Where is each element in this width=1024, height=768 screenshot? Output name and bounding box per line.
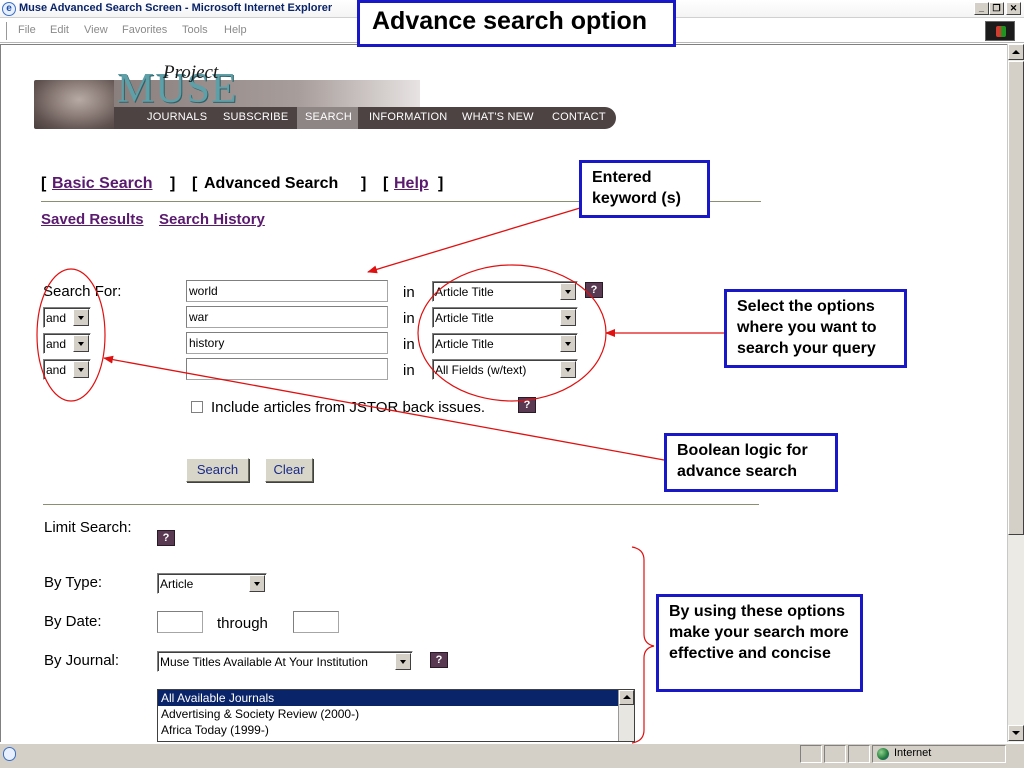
tab-basic-search[interactable]: Basic Search bbox=[52, 175, 153, 193]
date-to-input[interactable] bbox=[293, 611, 339, 633]
boolean-operator-select-3[interactable]: and bbox=[43, 333, 91, 354]
close-button[interactable]: ✕ bbox=[1006, 2, 1021, 15]
restore-button[interactable]: ❐ bbox=[989, 2, 1004, 15]
menu-grip[interactable] bbox=[4, 22, 7, 40]
boolean-operator-select-2[interactable]: and bbox=[43, 307, 91, 328]
type-select[interactable]: Article bbox=[157, 573, 267, 594]
help-icon[interactable]: ? bbox=[157, 530, 175, 546]
in-label: in bbox=[403, 310, 415, 327]
minimize-button[interactable]: _ bbox=[974, 2, 989, 15]
status-zone-cell bbox=[872, 745, 1006, 763]
chevron-down-icon[interactable] bbox=[560, 283, 576, 300]
scroll-down-icon[interactable] bbox=[1008, 725, 1024, 741]
chevron-down-icon[interactable] bbox=[560, 361, 576, 378]
nav-whats-new[interactable]: WHAT'S NEW bbox=[462, 111, 534, 123]
ie-page-icon: e bbox=[2, 2, 16, 16]
bracket: [ bbox=[41, 175, 47, 192]
bracket: ] bbox=[438, 175, 444, 192]
status-cell bbox=[800, 745, 822, 763]
annotation-keywords: Entered keyword (s) bbox=[579, 160, 710, 218]
globe-icon bbox=[877, 748, 889, 760]
search-history-link[interactable]: Search History bbox=[159, 211, 265, 228]
bracket: [ bbox=[192, 175, 198, 192]
search-term-input-4[interactable] bbox=[186, 358, 388, 380]
field-select-1[interactable]: Article Title bbox=[432, 281, 578, 302]
divider bbox=[43, 504, 759, 505]
chevron-down-icon[interactable] bbox=[560, 309, 576, 326]
status-cell bbox=[848, 745, 870, 763]
field-select-3[interactable]: Article Title bbox=[432, 333, 578, 354]
scroll-up-icon[interactable] bbox=[619, 690, 634, 705]
nav-journals[interactable]: JOURNALS bbox=[147, 111, 207, 123]
menu-tools[interactable]: Tools bbox=[182, 24, 208, 36]
nav-search[interactable]: SEARCH bbox=[305, 111, 352, 123]
by-date-label: By Date: bbox=[44, 613, 102, 630]
help-icon[interactable]: ? bbox=[585, 282, 603, 298]
search-for-label: Search For: bbox=[43, 283, 122, 300]
page-status-icon bbox=[3, 747, 16, 761]
annotation-boolean: Boolean logic for advance search bbox=[664, 433, 838, 492]
field-select-4[interactable]: All Fields (w/text) bbox=[432, 359, 578, 380]
boolean-operator-select-4[interactable]: and bbox=[43, 359, 91, 380]
nav-subscribe[interactable]: SUBSCRIBE bbox=[223, 111, 288, 123]
jstor-checkbox[interactable] bbox=[191, 401, 203, 413]
nav-information[interactable]: INFORMATION bbox=[369, 111, 447, 123]
menu-edit[interactable]: Edit bbox=[50, 24, 69, 36]
annotation-title: Advance search option bbox=[357, 0, 676, 47]
saved-results-link[interactable]: Saved Results bbox=[41, 211, 144, 228]
in-label: in bbox=[403, 284, 415, 301]
through-label: through bbox=[217, 615, 268, 632]
menu-file[interactable]: File bbox=[18, 24, 36, 36]
scroll-thumb[interactable] bbox=[1008, 61, 1024, 535]
by-type-label: By Type: bbox=[44, 574, 103, 591]
search-term-input-3[interactable]: history bbox=[186, 332, 388, 354]
bracket: ] bbox=[361, 175, 367, 192]
chevron-down-icon[interactable] bbox=[395, 653, 411, 670]
search-term-input-1[interactable]: world bbox=[186, 280, 388, 302]
page-scrollbar[interactable] bbox=[1007, 44, 1024, 742]
list-item[interactable]: Africa Today (1999-) bbox=[158, 722, 634, 738]
status-cell bbox=[824, 745, 846, 763]
status-bar bbox=[0, 743, 1024, 768]
chevron-down-icon[interactable] bbox=[73, 335, 89, 352]
help-icon[interactable]: ? bbox=[430, 652, 448, 668]
chevron-down-icon[interactable] bbox=[249, 575, 265, 592]
by-journal-label: By Journal: bbox=[44, 652, 120, 669]
security-zone: Internet bbox=[894, 747, 932, 759]
jstor-label: Include articles from JSTOR back issues. bbox=[211, 399, 485, 416]
listbox-scrollbar[interactable] bbox=[618, 690, 634, 741]
windows-logo-icon bbox=[985, 21, 1015, 41]
bracket: [ bbox=[383, 175, 389, 192]
help-icon[interactable]: ? bbox=[518, 397, 536, 413]
chevron-down-icon[interactable] bbox=[73, 309, 89, 326]
annotation-limits: By using these options make your search … bbox=[656, 594, 863, 692]
search-button[interactable]: Search bbox=[186, 458, 249, 482]
menu-help[interactable]: Help bbox=[224, 24, 247, 36]
clear-button[interactable]: Clear bbox=[265, 458, 313, 482]
chevron-down-icon[interactable] bbox=[560, 335, 576, 352]
list-item[interactable]: All Available Journals bbox=[158, 690, 634, 706]
annotation-options: Select the options where you want to sea… bbox=[724, 289, 907, 368]
tab-help[interactable]: Help bbox=[394, 175, 429, 193]
journal-listbox[interactable]: All Available Journals Advertising & Soc… bbox=[157, 689, 635, 742]
limit-search-label: Limit Search: bbox=[44, 519, 132, 536]
in-label: in bbox=[403, 362, 415, 379]
field-select-2[interactable]: Article Title bbox=[432, 307, 578, 328]
menu-view[interactable]: View bbox=[84, 24, 108, 36]
date-from-input[interactable] bbox=[157, 611, 203, 633]
nav-contact[interactable]: CONTACT bbox=[552, 111, 606, 123]
list-item[interactable]: Advertising & Society Review (2000-) bbox=[158, 706, 634, 722]
journal-select[interactable]: Muse Titles Available At Your Institutio… bbox=[157, 651, 413, 672]
in-label: in bbox=[403, 336, 415, 353]
tab-advanced-search: Advanced Search bbox=[204, 175, 339, 192]
scroll-up-icon[interactable] bbox=[1008, 44, 1024, 60]
menu-favorites[interactable]: Favorites bbox=[122, 24, 167, 36]
search-term-input-2[interactable]: war bbox=[186, 306, 388, 328]
banner-portrait bbox=[34, 80, 116, 129]
chevron-down-icon[interactable] bbox=[73, 361, 89, 378]
bracket: ] bbox=[170, 175, 176, 192]
window-title: Muse Advanced Search Screen - Microsoft … bbox=[19, 2, 333, 14]
project-logo-text: Project bbox=[163, 62, 219, 83]
